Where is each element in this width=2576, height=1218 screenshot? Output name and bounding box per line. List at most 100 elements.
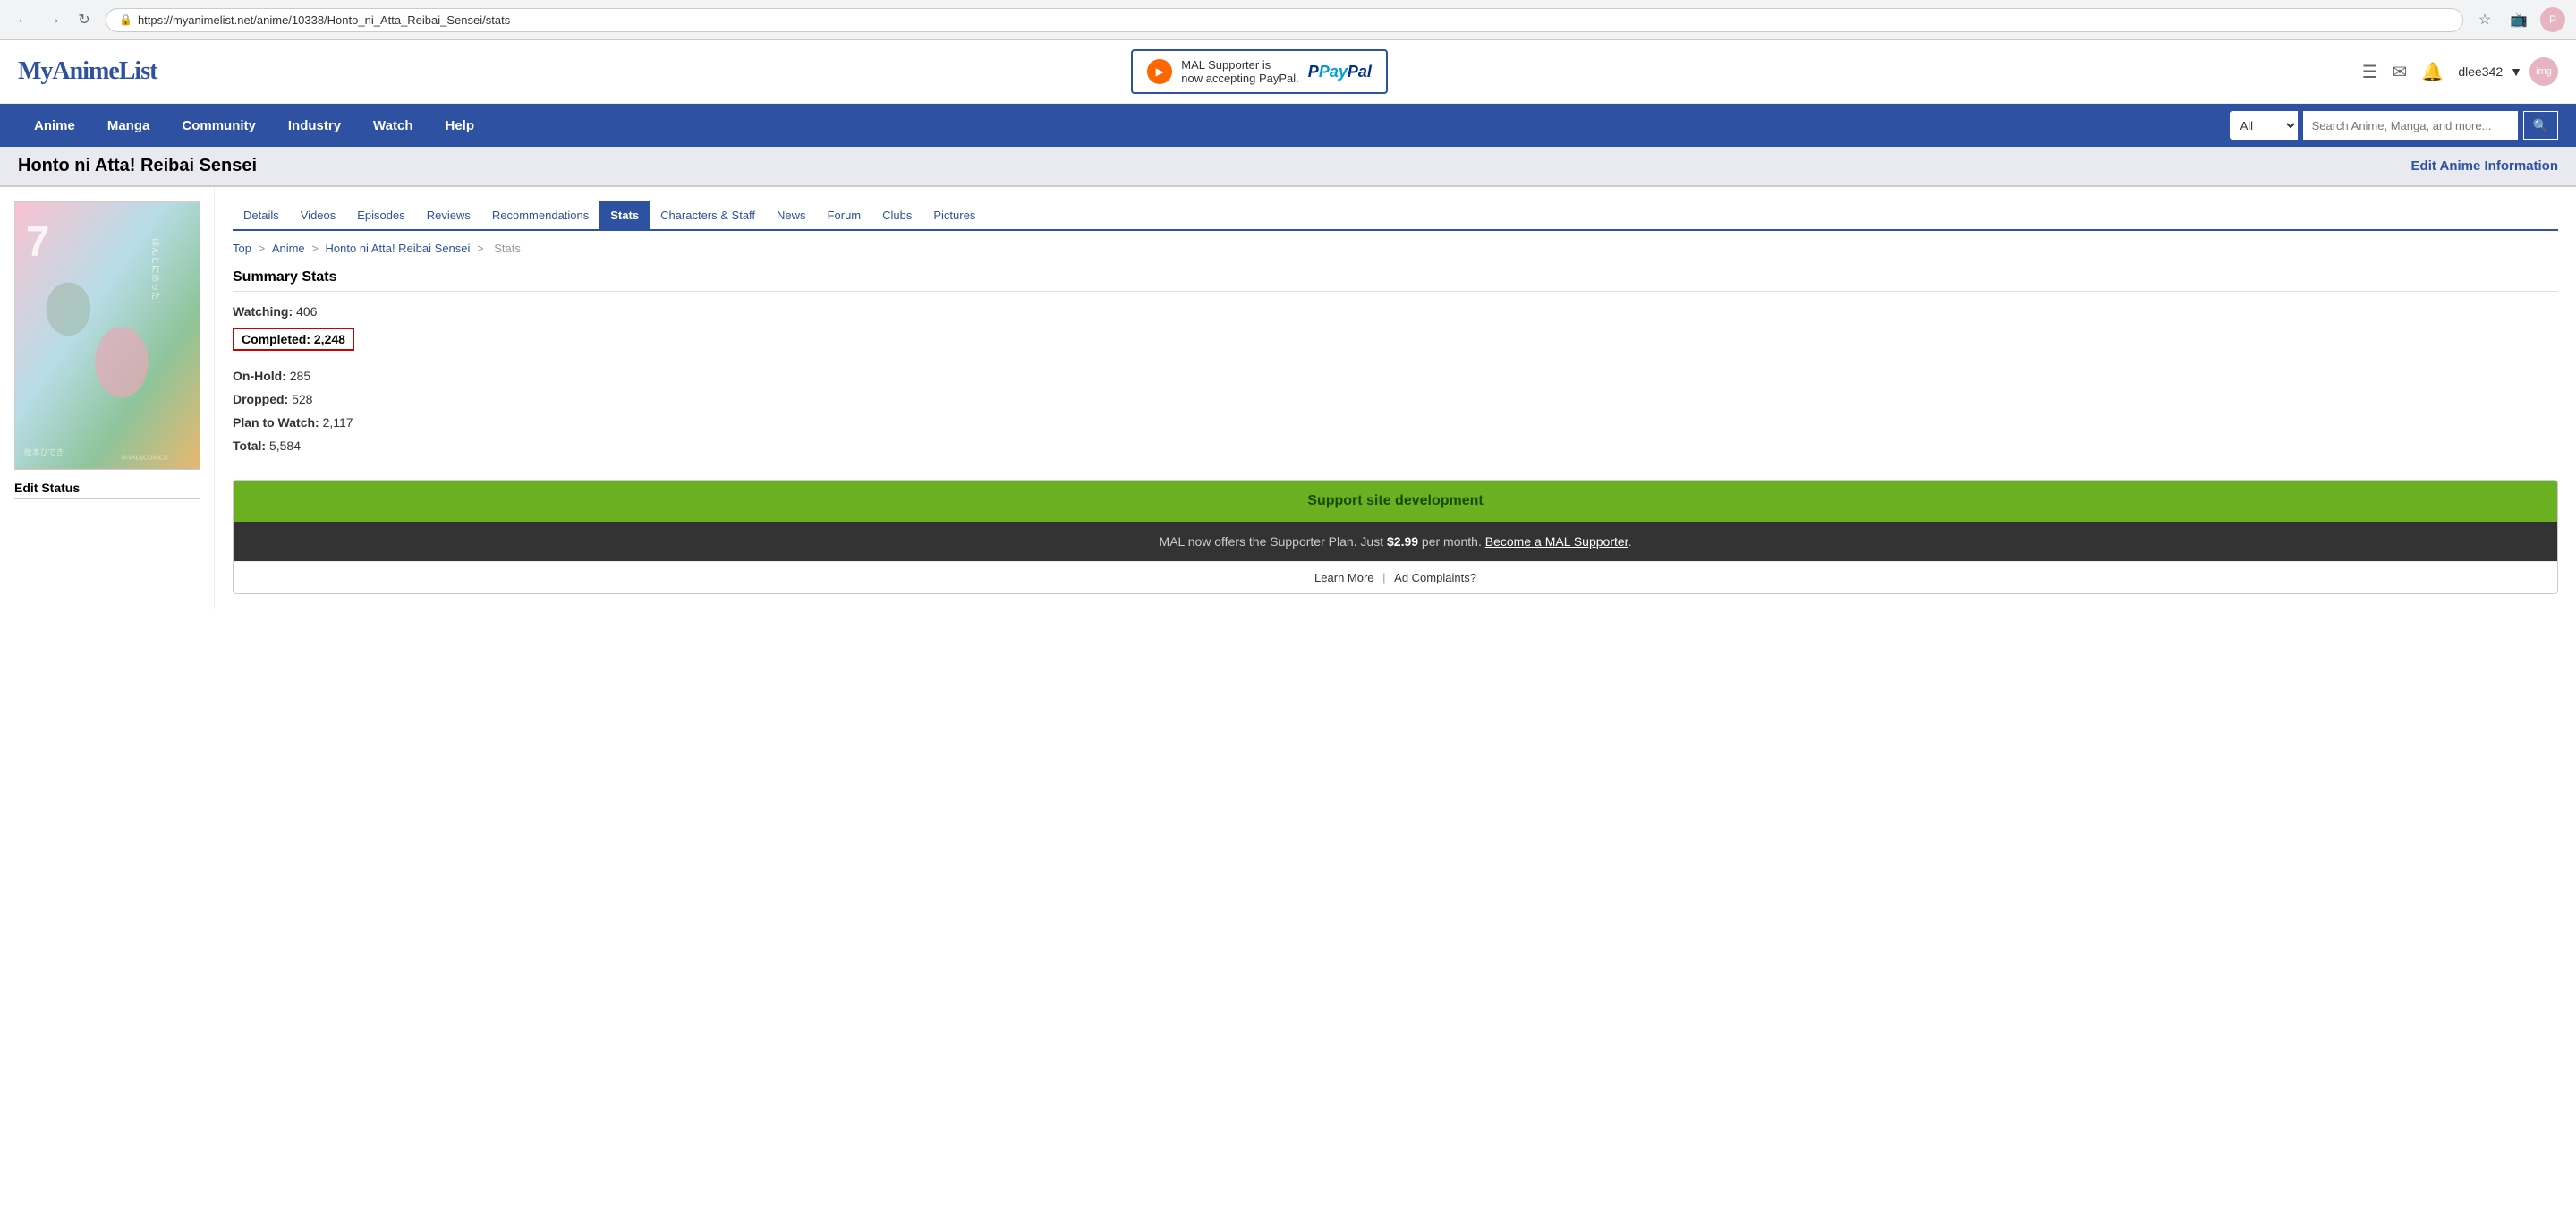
nav-industry[interactable]: Industry [272,106,357,146]
stat-plan-to-watch: Plan to Watch: 2,117 [233,415,2558,430]
menu-icon[interactable]: ☰ [2362,61,2378,83]
breadcrumb-sep1: > [259,242,268,255]
support-footer: Learn More | Ad Complaints? [234,561,2557,593]
edit-status-divider [14,498,200,499]
anime-cover-image: 7 ほんとにあった！ 松本ひでき RIVAL&COMICS [14,201,200,470]
user-avatar: img [2529,57,2558,86]
stat-on-hold-value: 285 [290,369,310,383]
paypal-line1: MAL Supporter is [1181,58,1299,72]
stats-section: Summary Stats Watching: 406 Completed: 2… [233,269,2558,453]
paypal-banner[interactable]: ▶ MAL Supporter is now accepting PayPal.… [1131,49,1388,94]
stat-total-value: 5,584 [269,439,301,453]
tab-clubs[interactable]: Clubs [871,201,922,229]
stat-completed-wrapper: Completed: 2,248 [233,328,2558,360]
back-button[interactable]: ← [11,7,36,32]
paypal-line2: now accepting PayPal. [1181,72,1299,85]
breadcrumb-sep3: > [477,242,487,255]
support-period: . [1628,534,1632,549]
ad-complaints-link[interactable]: Ad Complaints? [1394,571,1476,584]
nav-watch[interactable]: Watch [357,106,429,146]
reload-button[interactable]: ↻ [72,7,97,32]
breadcrumb: Top > Anime > Honto ni Atta! Reibai Sens… [233,242,2558,255]
tab-characters-staff[interactable]: Characters & Staff [650,201,766,229]
edit-anime-link[interactable]: Edit Anime Information [2411,158,2558,174]
support-desc-suffix: per month. [1418,534,1482,549]
breadcrumb-sep2: > [311,242,321,255]
tab-news[interactable]: News [766,201,817,229]
main-content: 7 ほんとにあった！ 松本ひでき RIVAL&COMICS Edit Statu… [0,187,2576,609]
tab-stats[interactable]: Stats [599,201,650,229]
sidebar: 7 ほんとにあった！ 松本ひでき RIVAL&COMICS Edit Statu… [0,187,215,609]
stat-completed-value: 2,248 [314,332,345,346]
sub-nav: Details Videos Episodes Reviews Recommen… [233,201,2558,231]
support-banner: Support site development MAL now offers … [233,480,2558,594]
tab-forum[interactable]: Forum [817,201,872,229]
address-bar[interactable]: 🔒 https://myanimelist.net/anime/10338/Ho… [106,8,2463,32]
stat-completed: Completed: 2,248 [233,328,354,351]
stat-plan-label: Plan to Watch: [233,415,319,430]
edit-status-label: Edit Status [14,481,200,495]
chrome-user-avatar: P [2540,7,2565,32]
paypal-play-icon: ▶ [1147,59,1172,84]
stat-watching-label: Watching: [233,304,293,319]
paypal-banner-text: MAL Supporter is now accepting PayPal. [1181,58,1299,85]
tab-details[interactable]: Details [233,201,290,229]
search-area: All Anime Manga 🔍 [2230,104,2558,147]
bookmark-button[interactable]: ☆ [2472,7,2497,32]
svg-text:7: 7 [26,218,49,266]
user-dropdown-arrow: ▼ [2510,64,2522,79]
site-header: MyAnimeList ▶ MAL Supporter is now accep… [0,40,2576,104]
tab-recommendations[interactable]: Recommendations [481,201,599,229]
tab-reviews[interactable]: Reviews [416,201,481,229]
bell-icon[interactable]: 🔔 [2421,61,2444,83]
tab-episodes[interactable]: Episodes [346,201,415,229]
main-nav: Anime Manga Community Industry Watch Hel… [0,104,2576,147]
stat-watching-value: 406 [296,304,317,319]
breadcrumb-current: Stats [494,242,521,255]
nav-links: Anime Manga Community Industry Watch Hel… [18,106,490,146]
search-filter-select[interactable]: All Anime Manga [2230,111,2298,140]
page-title: Honto ni Atta! Reibai Sensei [18,156,257,176]
header-center: ▶ MAL Supporter is now accepting PayPal.… [157,49,2361,94]
nav-community[interactable]: Community [166,106,272,146]
secure-icon: 🔒 [119,13,132,26]
stats-section-title: Summary Stats [233,269,2558,292]
page-title-bar: Honto ni Atta! Reibai Sensei Edit Anime … [0,147,2576,187]
cast-button[interactable]: 📺 [2506,7,2531,32]
username: dlee342 [2458,64,2503,79]
search-button[interactable]: 🔍 [2523,111,2558,140]
support-banner-body: MAL now offers the Supporter Plan. Just … [234,522,2557,561]
svg-text:松本ひでき: 松本ひでき [24,447,64,457]
browser-nav-buttons: ← → ↻ [11,7,97,32]
browser-actions: ☆ 📺 P [2472,7,2565,32]
breadcrumb-series[interactable]: Honto ni Atta! Reibai Sensei [326,242,471,255]
site-logo[interactable]: MyAnimeList [18,57,157,86]
stat-completed-label: Completed: [242,332,310,346]
forward-button[interactable]: → [41,7,66,32]
svg-text:RIVAL&COMICS: RIVAL&COMICS [122,456,168,462]
breadcrumb-anime[interactable]: Anime [272,242,305,255]
nav-help[interactable]: Help [429,106,491,146]
stat-on-hold: On-Hold: 285 [233,369,2558,383]
tab-pictures[interactable]: Pictures [922,201,986,229]
search-input[interactable] [2303,111,2518,140]
stat-plan-value: 2,117 [323,415,353,430]
url-text: https://myanimelist.net/anime/10338/Hont… [138,13,510,27]
support-price: $2.99 [1387,534,1418,549]
nav-anime[interactable]: Anime [18,106,91,146]
learn-more-link[interactable]: Learn More [1314,571,1373,584]
mail-icon[interactable]: ✉ [2393,61,2408,83]
support-banner-title: Support site development [234,481,2557,522]
breadcrumb-top[interactable]: Top [233,242,251,255]
user-menu[interactable]: dlee342 ▼ img [2458,57,2558,86]
tab-videos[interactable]: Videos [290,201,347,229]
support-desc-prefix: MAL now offers the Supporter Plan. Just [1160,534,1387,549]
browser-chrome: ← → ↻ 🔒 https://myanimelist.net/anime/10… [0,0,2576,40]
cover-placeholder: 7 ほんとにあった！ 松本ひでき RIVAL&COMICS [15,202,200,469]
nav-manga[interactable]: Manga [91,106,166,146]
stat-dropped-label: Dropped: [233,392,288,406]
svg-text:ほんとにあった！: ほんとにあった！ [150,238,161,309]
become-supporter-link[interactable]: Become a MAL Supporter [1485,534,1628,549]
header-right: ☰ ✉ 🔔 dlee342 ▼ img [2362,57,2558,86]
stat-total-label: Total: [233,439,266,453]
